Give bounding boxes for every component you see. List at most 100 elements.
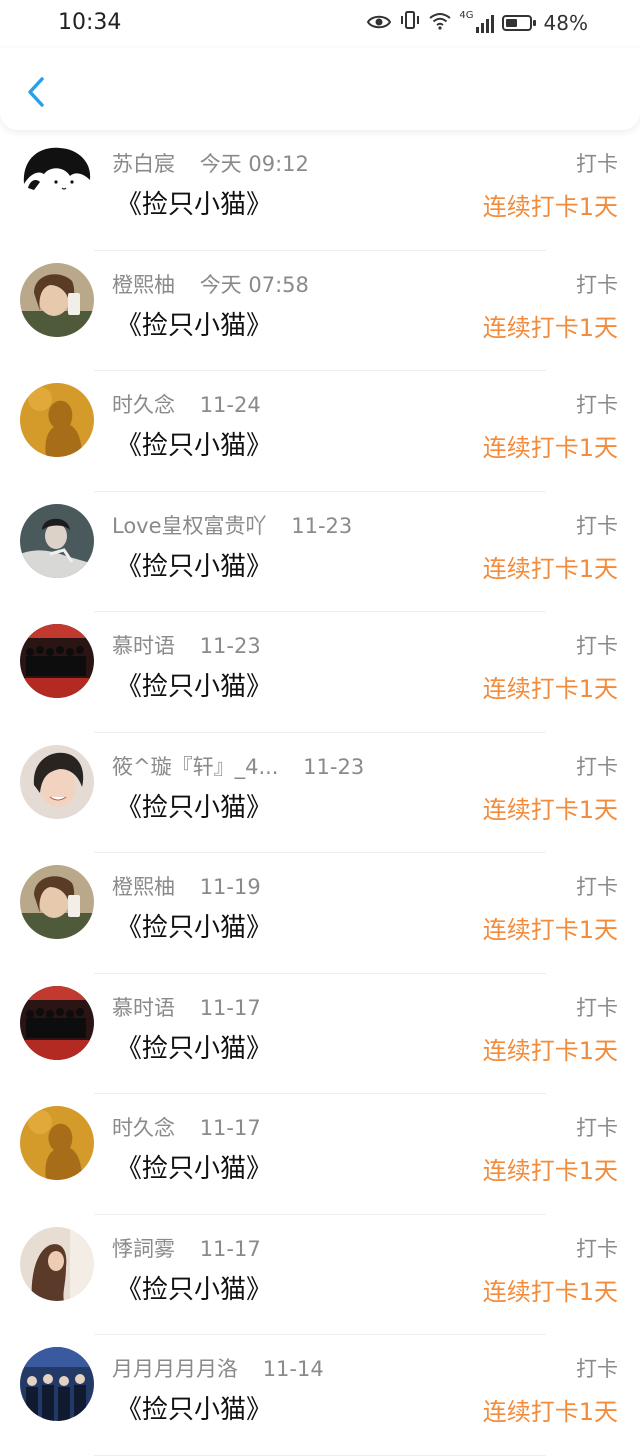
checkin-time: 11-17: [199, 995, 261, 1020]
list-item[interactable]: 悸詞雾 11-17 《捡只小猫》 打卡 连续打卡1天: [0, 1215, 640, 1335]
book-title[interactable]: 《捡只小猫》: [116, 546, 272, 583]
streak-label: 连续打卡1天: [482, 1036, 618, 1065]
avatar[interactable]: [20, 624, 94, 698]
checkin-time: 11-19: [199, 875, 261, 899]
avatar[interactable]: [20, 1347, 94, 1421]
book-title[interactable]: 《捡只小猫》: [116, 425, 272, 462]
battery-icon: [501, 14, 536, 31]
avatar[interactable]: [20, 985, 94, 1060]
checkin-label: 打卡: [576, 272, 618, 297]
user-meta: 橙熙柚 今天 07:58: [112, 269, 309, 299]
vibrate-icon: [399, 10, 421, 35]
user-meta: 筱^璇『轩』_4... 11-23: [112, 751, 364, 781]
signal-icon: [475, 13, 494, 33]
checkin-label: 打卡: [576, 393, 618, 417]
checkin-time: 11-24: [199, 393, 261, 417]
list-item[interactable]: 慕时语 11-23 《捡只小猫》 打卡 连续打卡1天: [0, 612, 640, 733]
list-item[interactable]: 月月月月月洛 11-14 《捡只小猫》 打卡 连续打卡1天: [0, 1335, 640, 1456]
book-title[interactable]: 《捡只小猫》: [116, 1028, 272, 1065]
avatar[interactable]: [20, 383, 94, 457]
status-time: 10:34: [58, 10, 122, 35]
chevron-left-icon: [28, 77, 44, 107]
eye-icon: [367, 11, 392, 35]
back-button[interactable]: [18, 72, 54, 112]
avatar[interactable]: [20, 503, 94, 578]
checkin-label: 打卡: [576, 995, 618, 1020]
avatar[interactable]: [20, 262, 94, 337]
username[interactable]: 慕时语: [112, 634, 175, 658]
list-item[interactable]: 苏白宸 今天 09:12 《捡只小猫》 打卡 连续打卡1天: [0, 130, 640, 251]
checkin-time: 11-17: [199, 1116, 261, 1140]
username[interactable]: 橙熙柚: [112, 273, 175, 297]
checkin-time: 11-14: [262, 1357, 324, 1381]
checkin-time: 11-23: [303, 754, 365, 779]
user-meta: 苏白宸 今天 09:12: [112, 148, 309, 178]
checkin-label: 打卡: [576, 513, 618, 538]
username[interactable]: 时久念: [112, 393, 175, 417]
status-bar: 10:34 4G 48%: [0, 0, 640, 48]
checkin-label: 打卡: [576, 1357, 618, 1381]
username[interactable]: 慕时语: [112, 996, 175, 1020]
list-item[interactable]: 橙熙柚 11-19 《捡只小猫》 打卡 连续打卡1天: [0, 853, 640, 974]
user-meta: 慕时语 11-17: [112, 992, 261, 1022]
checkin-label: 打卡: [576, 875, 618, 899]
streak-label: 连续打卡1天: [482, 1277, 618, 1306]
checkin-label: 打卡: [576, 754, 618, 779]
wifi-icon: [429, 11, 452, 35]
list-item[interactable]: 筱^璇『轩』_4... 11-23 《捡只小猫》 打卡 连续打卡1天: [0, 733, 640, 853]
nav-header: [0, 48, 640, 130]
checkin-label: 打卡: [576, 1116, 618, 1140]
book-title[interactable]: 《捡只小猫》: [116, 1389, 272, 1426]
checkin-list: 苏白宸 今天 09:12 《捡只小猫》 打卡 连续打卡1天 橙熙柚 今天 07:…: [0, 130, 640, 1456]
checkin-time: 11-17: [199, 1236, 261, 1261]
streak-label: 连续打卡1天: [482, 434, 618, 462]
user-meta: Love皇权富贵吖 11-23: [112, 510, 352, 540]
list-item[interactable]: 时久念 11-24 《捡只小猫》 打卡 连续打卡1天: [0, 371, 640, 492]
book-title[interactable]: 《捡只小猫》: [116, 787, 272, 824]
streak-label: 连续打卡1天: [482, 554, 618, 583]
network-type-label: 4G: [459, 10, 474, 21]
streak-label: 连续打卡1天: [482, 916, 618, 944]
username[interactable]: 筱^璇『轩』_4...: [112, 755, 278, 779]
book-title[interactable]: 《捡只小猫》: [116, 184, 272, 221]
username[interactable]: 悸詞雾: [112, 1237, 175, 1261]
streak-label: 连续打卡1天: [482, 193, 618, 221]
username[interactable]: Love皇权富贵吖: [112, 514, 267, 538]
status-icons: 4G 48%: [367, 10, 588, 35]
streak-label: 连续打卡1天: [482, 1398, 618, 1426]
book-title[interactable]: 《捡只小猫》: [116, 1148, 272, 1185]
user-meta: 月月月月月洛 11-14: [112, 1353, 324, 1383]
list-item[interactable]: 时久念 11-17 《捡只小猫》 打卡 连续打卡1天: [0, 1094, 640, 1215]
streak-label: 连续打卡1天: [482, 1157, 618, 1185]
divider: [94, 1454, 546, 1456]
avatar[interactable]: [20, 1106, 94, 1180]
avatar[interactable]: [20, 744, 94, 819]
user-meta: 悸詞雾 11-17: [112, 1233, 261, 1263]
book-title[interactable]: 《捡只小猫》: [116, 1269, 272, 1306]
username[interactable]: 橙熙柚: [112, 875, 175, 899]
book-title[interactable]: 《捡只小猫》: [116, 666, 272, 703]
user-meta: 时久念 11-17: [112, 1112, 261, 1142]
streak-label: 连续打卡1天: [482, 313, 618, 342]
checkin-label: 打卡: [576, 1236, 618, 1261]
list-item[interactable]: Love皇权富贵吖 11-23 《捡只小猫》 打卡 连续打卡1天: [0, 492, 640, 612]
book-title[interactable]: 《捡只小猫》: [116, 907, 272, 944]
username[interactable]: 时久念: [112, 1116, 175, 1140]
book-title[interactable]: 《捡只小猫》: [116, 305, 272, 342]
checkin-label: 打卡: [576, 634, 618, 658]
list-item[interactable]: 慕时语 11-17 《捡只小猫》 打卡 连续打卡1天: [0, 974, 640, 1094]
checkin-time: 今天 09:12: [199, 152, 309, 176]
avatar[interactable]: [20, 1226, 94, 1301]
list-item[interactable]: 橙熙柚 今天 07:58 《捡只小猫》 打卡 连续打卡1天: [0, 251, 640, 371]
battery-percent: 48%: [543, 10, 588, 35]
checkin-time: 11-23: [199, 634, 261, 658]
user-meta: 橙熙柚 11-19: [112, 871, 261, 901]
checkin-time: 今天 07:58: [199, 272, 309, 297]
user-meta: 慕时语 11-23: [112, 630, 261, 660]
username[interactable]: 月月月月月洛: [112, 1357, 238, 1381]
avatar[interactable]: [20, 142, 94, 216]
username[interactable]: 苏白宸: [112, 152, 175, 176]
avatar[interactable]: [20, 865, 94, 939]
checkin-time: 11-23: [291, 513, 353, 538]
streak-label: 连续打卡1天: [482, 795, 618, 824]
